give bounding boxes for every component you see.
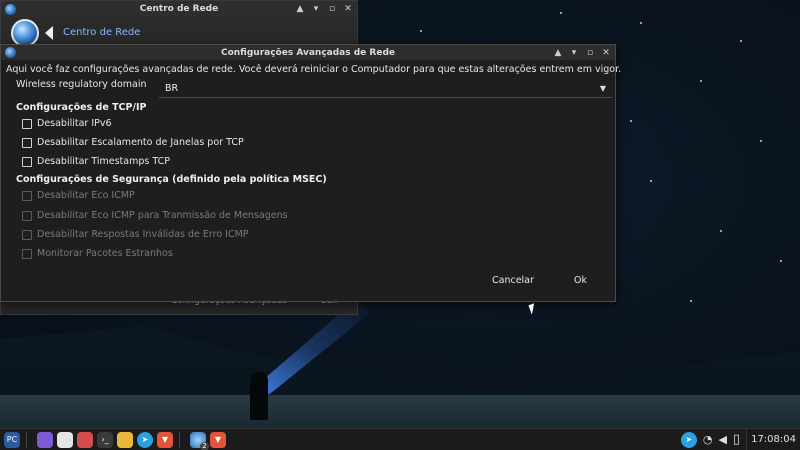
keep-above-button[interactable]: ▲: [295, 4, 305, 14]
intro-text: Aqui você faz configurações avançadas de…: [6, 64, 622, 75]
security-section-heading: Configurações de Segurança (definido pel…: [16, 174, 327, 185]
minimize-button[interactable]: ▾: [311, 4, 321, 14]
cancel-button[interactable]: Cancelar: [492, 275, 534, 286]
mixer-launcher-icon[interactable]: [57, 431, 73, 448]
checkbox-label: Desabilitar Eco ICMP para Tranmissão de …: [37, 210, 288, 221]
brave-task-icon[interactable]: ▼: [210, 431, 226, 448]
network-app-icon: [5, 3, 16, 15]
checkbox-box: [22, 229, 32, 240]
star: [780, 260, 782, 262]
taskbar-separator: [179, 431, 180, 448]
checkbox-disable-icmp-echo: Desabilitar Eco ICMP: [22, 190, 135, 201]
dialog-title: Configurações Avançadas de Rede: [220, 47, 395, 58]
checkbox-box[interactable]: [22, 118, 32, 129]
wifi-icon[interactable]: ◔: [703, 433, 713, 446]
star: [640, 22, 642, 24]
checkbox-disable-window-scaling[interactable]: Desabilitar Escalamento de Janelas por T…: [22, 137, 244, 148]
settings-launcher-icon[interactable]: [77, 431, 93, 448]
folder-launcher-icon[interactable]: [117, 431, 133, 448]
task-badge: 2: [200, 441, 209, 450]
ok-button[interactable]: Ok: [574, 275, 587, 286]
star: [630, 120, 632, 122]
star: [740, 40, 742, 42]
start-menu-icon[interactable]: PC: [4, 431, 20, 448]
checkbox-disable-icmp-broadcast: Desabilitar Eco ICMP para Tranmissão de …: [22, 210, 288, 221]
checkbox-log-martians: Monitorar Pacotes Estranhos: [22, 248, 173, 259]
checkbox-disable-timestamps[interactable]: Desabilitar Timestamps TCP: [22, 156, 170, 167]
maximize-button[interactable]: ▫: [585, 48, 595, 58]
star: [760, 140, 762, 142]
checkbox-box: [22, 190, 32, 201]
files-launcher-icon[interactable]: [37, 431, 53, 448]
checkbox-label: Desabilitar IPv6: [37, 118, 112, 129]
checkbox-label: Desabilitar Timestamps TCP: [37, 156, 170, 167]
checkbox-label: Monitorar Pacotes Estranhos: [37, 248, 173, 259]
star: [650, 180, 652, 182]
close-button[interactable]: ✕: [343, 4, 353, 14]
checkbox-label: Desabilitar Escalamento de Janelas por T…: [37, 137, 244, 148]
globe-icon: [11, 18, 39, 47]
star: [560, 12, 562, 14]
network-center-task-icon[interactable]: 2: [190, 431, 209, 450]
close-button[interactable]: ✕: [601, 48, 611, 58]
back-arrow-icon[interactable]: [45, 25, 53, 40]
header-label: Centro de Rede: [63, 27, 141, 38]
checkbox-box: [22, 210, 32, 221]
dialog-titlebar[interactable]: Configurações Avançadas de Rede ▲ ▾ ▫ ✕: [1, 45, 615, 60]
terminal-launcher-icon[interactable]: ›_: [97, 431, 113, 448]
brave-launcher-icon[interactable]: ▼: [157, 431, 173, 448]
shoreline: [0, 395, 800, 430]
checkbox-box: [22, 248, 32, 259]
clock[interactable]: 17:08:04: [746, 429, 800, 450]
checkbox-label: Desabilitar Eco ICMP: [37, 190, 135, 201]
advanced-network-dialog: Configurações Avançadas de Rede ▲ ▾ ▫ ✕ …: [0, 44, 621, 302]
mouse-cursor: [528, 303, 538, 315]
telegram-launcher-icon[interactable]: ➤: [137, 431, 153, 448]
regulatory-domain-select[interactable]: BR ▼: [159, 79, 612, 98]
checkbox-box[interactable]: [22, 137, 32, 148]
checkbox-box[interactable]: [22, 156, 32, 167]
battery-icon[interactable]: ▯: [733, 432, 740, 447]
star: [720, 230, 722, 232]
taskbar: PC ›_ ➤ ▼ 2 ▼ ➤ ◔ ◀ ▯ 17:08:04: [0, 428, 800, 450]
chevron-down-icon: ▼: [599, 83, 606, 93]
star: [690, 300, 692, 302]
star: [420, 30, 422, 32]
star: [700, 80, 702, 82]
checkbox-disable-ipv6[interactable]: Desabilitar IPv6: [22, 118, 112, 129]
system-tray: ➤ ◔ ◀ ▯ 17:08:04: [677, 429, 800, 450]
keep-above-button[interactable]: ▲: [553, 48, 563, 58]
taskbar-separator: [26, 431, 27, 448]
network-center-titlebar[interactable]: Centro de Rede ▲ ▾ ▫ ✕: [1, 1, 357, 17]
regulatory-domain-label: Wireless regulatory domain: [16, 79, 147, 90]
minimize-button[interactable]: ▾: [569, 48, 579, 58]
tcp-section-heading: Configurações de TCP/IP: [16, 102, 147, 113]
regulatory-domain-value: BR: [165, 82, 179, 94]
checkbox-label: Desabilitar Respostas Inválidas de Erro …: [37, 229, 249, 240]
volume-icon[interactable]: ◀: [718, 433, 726, 446]
maximize-button[interactable]: ▫: [327, 4, 337, 14]
dialog-app-icon: [5, 47, 16, 58]
silhouette-figure: [250, 372, 268, 420]
telegram-tray-icon[interactable]: ➤: [680, 431, 697, 448]
checkbox-disable-icmp-bogus: Desabilitar Respostas Inválidas de Erro …: [22, 229, 249, 240]
